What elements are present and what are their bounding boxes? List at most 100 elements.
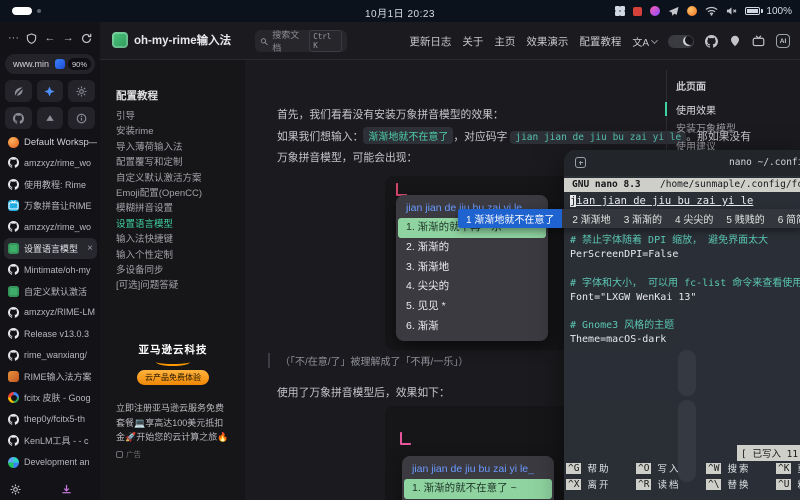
terminal-titlebar[interactable]: nano ~/.config (564, 150, 800, 176)
tray-app-icon-gradient[interactable] (650, 6, 660, 16)
wifi-icon[interactable] (705, 6, 718, 16)
sidebar-item-sync[interactable]: 多设备同步 (116, 262, 239, 277)
browser-tab[interactable]: Development an (4, 451, 97, 472)
reload-icon[interactable] (81, 33, 92, 44)
back-icon[interactable]: ← (45, 32, 56, 44)
github-icon (8, 435, 19, 446)
candidate: 2 渐渐地 (572, 211, 610, 226)
browser-tab[interactable]: amzxyz/rime_wo (4, 216, 97, 237)
site-logo[interactable]: oh-my-rime输入法 (112, 32, 231, 48)
browser-tab[interactable]: Mintimate/oh-my (4, 259, 97, 280)
floating-widget (678, 350, 696, 396)
ad-banner[interactable]: 亚马逊云科技 云产品免费体验 立即注册亚马逊云服务免费套餐💻享高达100美元抵扣… (116, 326, 230, 460)
forward-icon[interactable]: → (63, 32, 74, 44)
site-header: oh-my-rime输入法 搜索文档 Ctrl K 更新日志 关于 主页 效果演… (100, 22, 800, 60)
download-icon[interactable] (61, 484, 72, 495)
workspace-header[interactable]: Default Worksp— (4, 132, 97, 152)
qq-icon[interactable] (729, 35, 741, 47)
url-bar[interactable]: www.min 90% (5, 54, 95, 74)
sparkle-icon[interactable] (37, 80, 64, 102)
sidebar-item-override[interactable]: 配置覆写和定制 (116, 154, 239, 169)
github-workspace-icon[interactable] (5, 107, 32, 129)
nano-shortcut-row: ^G帮助 ^O写入 ^W搜索 ^K剪切 (566, 461, 800, 475)
language-switcher[interactable]: 文A (632, 34, 657, 49)
ad-cta-button[interactable]: 云产品免费体验 (137, 370, 209, 385)
browser-tab[interactable]: rime_wanxiang/ (4, 345, 97, 366)
nav-home[interactable]: 主页 (494, 34, 515, 49)
sidebar-item-install-rime[interactable]: 安装rime (116, 123, 239, 138)
menu-icon[interactable]: ··· (8, 32, 19, 44)
browser-tab[interactable]: thep0y/fcitx5-th (4, 409, 97, 430)
battery-indicator[interactable]: 100% (745, 6, 792, 17)
sidebar-item-hotkeys[interactable]: 输入法快捷键 (116, 231, 239, 246)
zoom-level-badge[interactable]: 90% (68, 58, 91, 70)
nav-demo[interactable]: 效果演示 (526, 34, 568, 49)
browser-tab[interactable]: 使用教程: Rime (4, 173, 97, 194)
browser-tab[interactable]: fcitx 皮肤 - Goog (4, 387, 97, 408)
ime-candidate-selected: 1. 渐渐的就不在意了 ~ (404, 479, 552, 499)
bilibili-icon[interactable] (752, 35, 765, 48)
browser-tab[interactable]: amzxyz/RIME-LM (4, 302, 97, 323)
browser-tab[interactable]: 万象拼音让RIME (4, 195, 97, 216)
browser-tab-active[interactable]: 设置语言模型× (4, 238, 97, 259)
browser-tab[interactable]: KenLM工具 - - c (4, 430, 97, 451)
bilibili-icon (8, 200, 19, 211)
shield-icon[interactable] (26, 33, 37, 44)
browser-tab[interactable]: Release v13.0.3 (4, 323, 97, 344)
system-tray[interactable]: 100% (615, 0, 792, 22)
active-workspace-pill (12, 7, 32, 15)
github-icon (8, 179, 19, 190)
info-icon[interactable] (68, 107, 95, 129)
triangle-icon[interactable] (37, 107, 64, 129)
search-shortcut: Ctrl K (309, 30, 342, 52)
browser-tab[interactable]: 自定义默认激活 (4, 280, 97, 301)
nano-header: GNU nano 8.3 /home/sunmaple/.config/fc (564, 178, 800, 192)
pink-corner-mark (400, 432, 411, 445)
theme-toggle[interactable] (668, 35, 694, 48)
nav-changelog[interactable]: 更新日志 (409, 34, 451, 49)
url-text: www.min (13, 59, 52, 69)
inline-code-chinese: 渐渐地就不在意了 (363, 127, 453, 144)
tray-app-icon-red[interactable] (633, 7, 642, 16)
sidebar-item-emoji[interactable]: Emoji配置(OpenCC) (116, 185, 239, 200)
google-icon (8, 392, 19, 403)
search-input[interactable]: 搜索文档 Ctrl K (255, 30, 347, 52)
config-comment: # 禁止字体随着 DPI 缩放， 避免界面太大 (570, 234, 800, 248)
shortcut-label: 离开 (587, 477, 610, 491)
leaf-icon[interactable] (5, 80, 32, 102)
sidebar-item-personalize[interactable]: 输入个性定制 (116, 247, 239, 262)
input-method-icon[interactable] (615, 6, 625, 16)
close-tab-icon[interactable]: × (87, 243, 93, 254)
workspace-indicator[interactable] (12, 7, 41, 15)
sidebar-item-language-model-active[interactable]: 设置语言模型 (116, 216, 239, 231)
browser-tab[interactable]: RIME输入法方案 (4, 366, 97, 387)
settings-gear-icon[interactable] (10, 484, 21, 495)
sidebar-item-guide[interactable]: 引导 (116, 108, 239, 123)
extension-icon[interactable] (55, 59, 65, 69)
telegram-icon[interactable] (668, 6, 679, 17)
github-icon (8, 264, 19, 275)
sidebar-item-default-scheme[interactable]: 自定义默认激活方案 (116, 170, 239, 185)
candidate: 5 贱贱的 (726, 211, 764, 226)
new-tab-icon[interactable] (575, 157, 586, 168)
browser-tab[interactable]: amzxyz/rime_wo (4, 152, 97, 173)
github-icon[interactable] (705, 35, 718, 48)
sidebar-item-fuzzy-pinyin[interactable]: 模糊拼音设置 (116, 200, 239, 215)
shortcut-label: 替换 (727, 477, 750, 491)
nav-about[interactable]: 关于 (462, 34, 483, 49)
tray-app-icon-orange[interactable] (687, 6, 697, 16)
toc-item-effect[interactable]: 使用效果 (676, 102, 736, 120)
gear-icon[interactable] (68, 80, 95, 102)
config-line: Font="LXGW WenKai 13" (570, 291, 800, 305)
sidebar-item-import[interactable]: 导入薄荷输入法 (116, 139, 239, 154)
clock[interactable]: 10月1日 20:23 (365, 5, 435, 20)
ai-assistant-icon[interactable]: AI (776, 34, 790, 48)
ad-badge-icon (116, 451, 123, 458)
toc-item-install-model[interactable]: 安装万象模型 (676, 120, 736, 138)
volume-muted-icon[interactable] (726, 6, 737, 16)
sidebar-item-faq[interactable]: [可选]问题答疑 (116, 277, 239, 292)
browser-sidebar: ··· ← → www.min 90% Default Worksp— amzx… (0, 22, 100, 500)
nav-tutorial[interactable]: 配置教程 (579, 34, 621, 49)
ad-image[interactable]: 亚马逊云科技 云产品免费体验 (116, 326, 230, 394)
battery-icon (745, 7, 760, 15)
